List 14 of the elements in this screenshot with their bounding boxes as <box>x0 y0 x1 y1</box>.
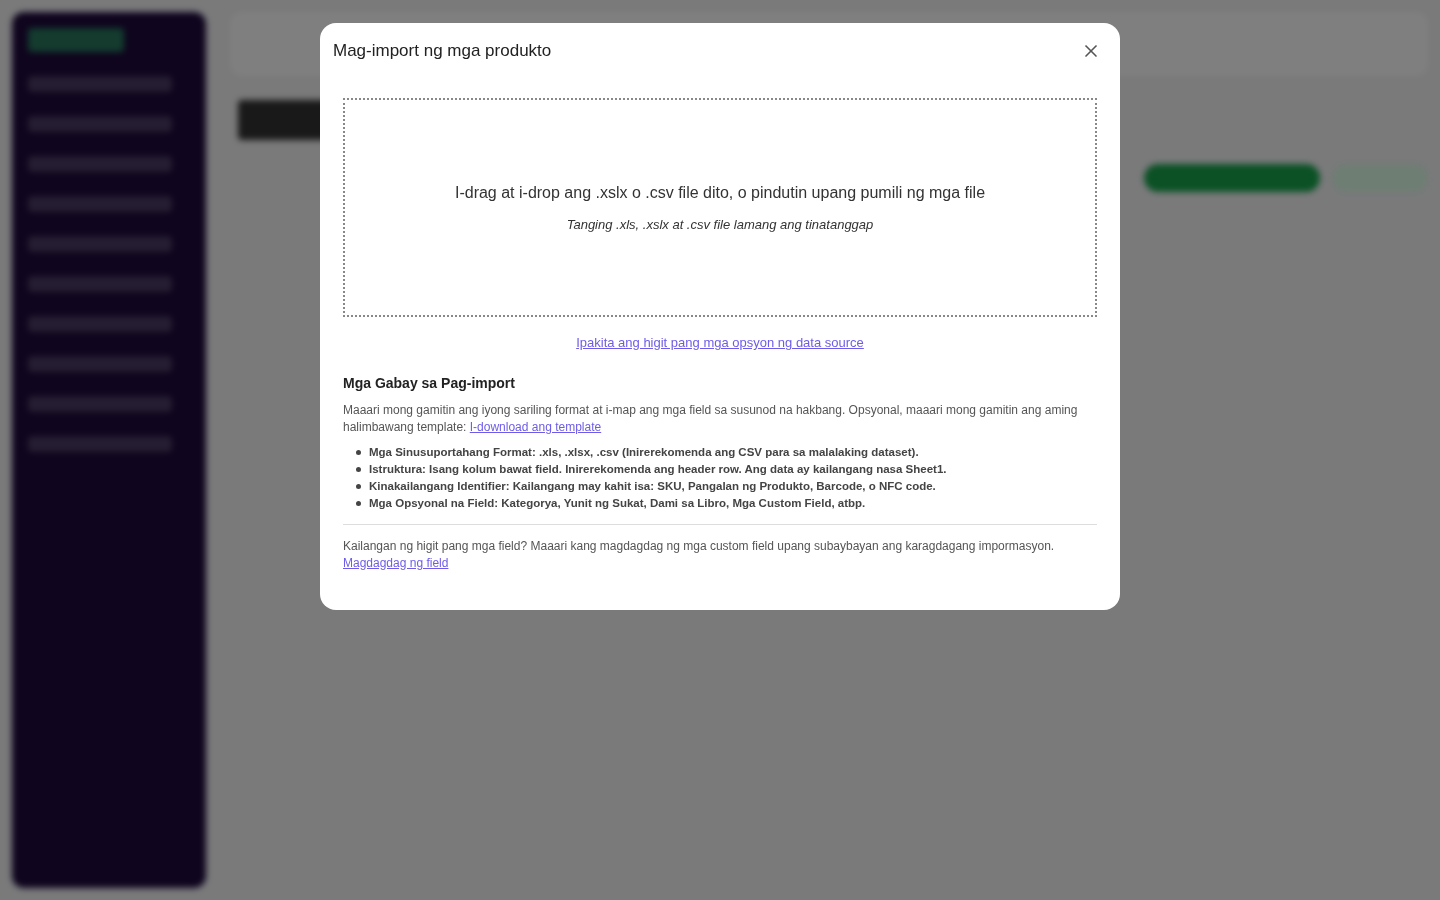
add-field-link[interactable]: Magdagdag ng field <box>343 555 449 570</box>
dropzone-hint: Tanging .xls, .xslx at .csv file lamang ang tinatanggap <box>566 215 874 234</box>
guide-item: Istruktura: Isang kolum bawat field. Inirerekomenda ang header row. Ang data ay kailangang nasa Sheet1. <box>369 461 947 477</box>
dialog-title: Mag-import ng mga produkto <box>333 40 552 63</box>
data-source-link[interactable]: Ipakita ang higit pang mga opsyon ng data source <box>576 333 864 353</box>
footer-note: Kailangan ng higit pang mga field? Maaari kang magdagdag ng mga custom field upang subaybayan ang karagdagang impormasyon. Magdagdag ng field <box>343 537 1056 572</box>
guide-intro: Maaari mong gamitin ang iyong sariling format at i-map ang mga field sa susunod na hakbang. Opsyonal, maaari mong gamitin ang aming halimbawang template: I-download ang template <box>343 401 1079 436</box>
guide-item: Mga Sinusuportahang Format: .xls, .xlsx, .csv (Inirerekomenda ang CSV para sa malalaking dataset). <box>369 444 919 460</box>
guide-heading: Mga Gabay sa Pag-import <box>343 373 516 393</box>
guide-item: Mga Opsyonal na Field: Kategorya, Yunit ng Sukat, Dami sa Libro, Mga Custom Field, atbp. <box>369 495 866 511</box>
dropzone-prompt: I-drag at i-drop ang .xslx o .csv file dito, o pindutin upang pumili ng mga file <box>454 182 986 203</box>
file-dropzone[interactable]: I-drag at i-drop ang .xslx o .csv file dito, o pindutin upang pumili ng mga file Tanging .xls, .xslx at .csv file lamang ang tinatanggap <box>343 98 1097 317</box>
guide-item: Kinakailangang Identifier: Kailangang may kahit isa: SKU, Pangalan ng Produkto, Barcode, o NFC code. <box>369 478 936 494</box>
template-download-link[interactable]: I-download ang template <box>469 419 602 434</box>
